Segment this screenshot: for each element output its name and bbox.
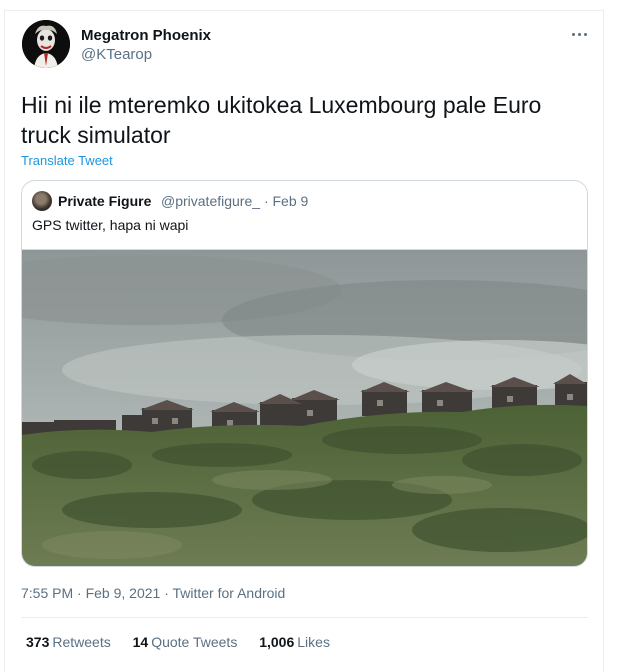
likes-label: Likes <box>297 634 330 650</box>
author-avatar[interactable] <box>22 20 70 68</box>
translate-tweet-link[interactable]: Translate Tweet <box>21 153 113 168</box>
likes-count: 1,006 <box>259 634 295 650</box>
author-handle[interactable]: @KTearop <box>81 46 152 63</box>
engagement-stats: 373 Retweets 14 Quote Tweets 1,006 Likes <box>26 634 348 650</box>
retweets-stat[interactable]: 373 Retweets <box>26 634 111 650</box>
quoted-author-avatar <box>32 191 52 211</box>
author-name[interactable]: Megatron Phoenix <box>81 27 211 44</box>
divider <box>21 617 588 618</box>
quoted-tweet[interactable]: Private Figure @privatefigure_ · Feb 9 G… <box>21 180 588 567</box>
likes-stat[interactable]: 1,006 Likes <box>259 634 330 650</box>
tweet-text: Hii ni ile mteremko ukitokea Luxembourg … <box>21 92 542 148</box>
meta-separator: · <box>263 193 269 209</box>
landscape-photo <box>22 250 587 566</box>
quoted-author-handle: @privatefigure_ <box>161 193 261 209</box>
quoted-tweet-date: Feb 9 <box>272 193 309 209</box>
quoted-tweet-photo[interactable] <box>22 249 587 566</box>
retweets-label: Retweets <box>52 634 111 650</box>
quoted-tweet-meta: @privatefigure_ · Feb 9 <box>161 193 308 209</box>
retweets-count: 373 <box>26 634 50 650</box>
more-dots-icon[interactable] <box>568 26 592 42</box>
avatar-image <box>22 20 70 68</box>
quoted-tweet-text: GPS twitter, hapa ni wapi <box>32 217 189 233</box>
quote-tweets-count: 14 <box>132 634 149 650</box>
quote-tweets-stat[interactable]: 14 Quote Tweets <box>133 634 238 650</box>
quote-tweets-label: Quote Tweets <box>151 634 238 650</box>
quoted-author-name: Private Figure <box>58 193 152 209</box>
tweet-timestamp[interactable]: 7:55 PM · Feb 9, 2021 · Twitter for Andr… <box>21 585 285 601</box>
